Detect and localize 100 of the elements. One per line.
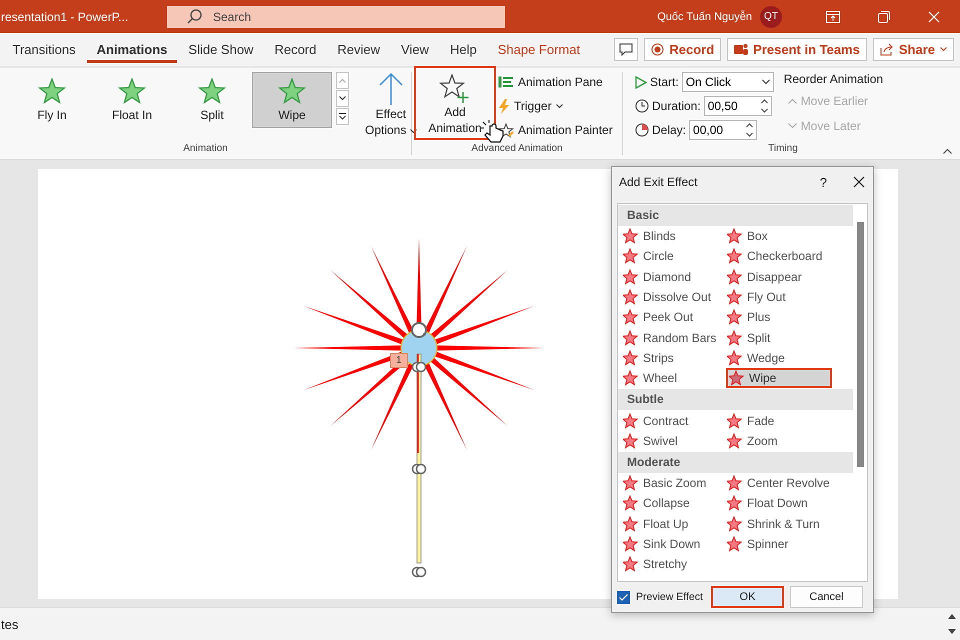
resize-handle[interactable] (412, 464, 426, 474)
dialog-title: Add Exit Effect (619, 175, 698, 189)
more-button[interactable] (336, 108, 349, 125)
restore-icon (878, 10, 890, 22)
star-icon (623, 475, 639, 492)
checkbox[interactable] (617, 590, 630, 604)
star-icon (198, 78, 226, 106)
search-icon (187, 8, 203, 24)
effect-item[interactable]: Basic Zoom (622, 472, 726, 494)
effect-item[interactable]: Wipe (726, 368, 832, 388)
effect-item[interactable]: Spinner (726, 534, 832, 554)
share-button[interactable]: Share (872, 38, 954, 61)
effect-item[interactable]: Fly Out (726, 286, 832, 308)
effect-item[interactable]: Dissolve Out (622, 286, 726, 308)
star-icon (729, 370, 745, 386)
animation-option[interactable]: Split (172, 72, 252, 128)
help-button[interactable]: ? (820, 174, 827, 190)
star-icon (727, 412, 743, 429)
notes-button[interactable]: tes (1, 616, 18, 632)
star-icon (623, 432, 639, 449)
ribbon-tab[interactable]: View (391, 36, 439, 63)
star-icon (727, 330, 743, 346)
start-dropdown[interactable]: On Click (682, 72, 774, 92)
scroll-down-button[interactable] (336, 90, 349, 107)
check-icon (619, 594, 628, 600)
scroll-thumb[interactable] (857, 222, 864, 467)
star-icon (727, 516, 743, 532)
effect-item[interactable]: Contract (622, 410, 726, 431)
caret-down-icon (339, 96, 346, 101)
effect-item[interactable]: Split (726, 327, 832, 348)
effect-item[interactable]: Wheel (622, 368, 726, 388)
effect-item[interactable]: Shrink & Turn (726, 514, 832, 534)
trigger-button[interactable]: Trigger (498, 96, 613, 116)
search-field[interactable]: Search (167, 6, 505, 28)
animation-pane-button[interactable]: Animation Pane (498, 72, 613, 92)
animation-option[interactable]: Fly In (12, 72, 92, 128)
effect-item[interactable]: Disappear (726, 266, 832, 287)
animation-number-tag: 1 (390, 353, 408, 368)
avatar[interactable]: QT (760, 6, 782, 28)
animation-option[interactable]: Float In (92, 72, 172, 128)
star-icon (727, 475, 743, 492)
comments-button[interactable] (614, 38, 638, 61)
pane-icon (498, 76, 514, 88)
effect-item[interactable]: Zoom (726, 430, 832, 451)
ribbon-tab[interactable]: Review (327, 36, 390, 63)
effect-item[interactable]: Float Up (622, 514, 726, 534)
document-title: resentation1 - PowerP... (1, 10, 130, 24)
effect-item[interactable]: Blinds (622, 226, 726, 246)
record-button[interactable]: Record (644, 38, 722, 61)
ribbon-tab[interactable]: Help (440, 36, 487, 63)
chevron-down-icon (788, 123, 797, 129)
comment-icon (619, 43, 634, 56)
star-icon (727, 248, 743, 264)
star-icon (278, 78, 306, 106)
star-icon (118, 78, 146, 106)
share-icon (880, 43, 894, 56)
effect-item[interactable]: Random Bars (622, 327, 726, 348)
section-header: Moderate (618, 452, 853, 473)
ribbon-tab[interactable]: Transitions (2, 36, 86, 63)
present-in-teams-button[interactable]: Present in Teams (727, 38, 867, 61)
resize-handle[interactable] (412, 362, 426, 372)
effect-item[interactable]: Collapse (622, 493, 726, 514)
animation-option[interactable]: Wipe (252, 72, 332, 128)
effect-item[interactable]: Plus (726, 307, 832, 328)
star-icon (623, 309, 639, 326)
effect-item[interactable]: Diamond (622, 266, 726, 287)
effect-item[interactable]: Peek Out (622, 307, 726, 328)
effect-item[interactable]: Stretchy (622, 554, 726, 574)
field-label: Start: (650, 75, 679, 89)
resize-handle[interactable] (412, 566, 426, 578)
effect-item[interactable]: Checkerboard (726, 246, 832, 267)
effect-item[interactable]: Circle (622, 246, 726, 267)
effect-item[interactable]: Float Down (726, 493, 832, 514)
effect-item[interactable]: Box (726, 226, 832, 246)
effect-item[interactable]: Wedge (726, 348, 832, 368)
ribbon-tab[interactable]: Shape Format (488, 36, 590, 63)
effect-item[interactable]: Swivel (622, 430, 726, 451)
close-button[interactable] (853, 176, 865, 188)
teams-icon (734, 43, 748, 56)
add-animation-button[interactable]: Add Animation (414, 66, 496, 140)
delay-field[interactable]: 00,00 (689, 120, 758, 140)
caret-up-icon (339, 78, 346, 83)
rotate-handle[interactable] (411, 322, 427, 338)
ribbon-display-icon (826, 10, 840, 22)
ribbon-tab[interactable]: Slide Show (178, 36, 264, 63)
ribbon-tab[interactable]: Animations (86, 36, 178, 63)
ok-button[interactable]: OK (711, 586, 784, 608)
animation-painter-button[interactable]: Animation Painter (498, 120, 613, 140)
effect-item[interactable]: Strips (622, 348, 726, 368)
duration-field[interactable]: 00,50 (704, 96, 772, 116)
chevron-up-icon (943, 148, 952, 154)
group-label: Timing (767, 143, 799, 155)
effect-item[interactable]: Fade (726, 410, 832, 431)
star-icon (623, 350, 639, 366)
ribbon-tab[interactable]: Record (264, 36, 326, 63)
field-label: Delay: (652, 123, 686, 137)
star-icon (623, 556, 639, 572)
cancel-button[interactable]: Cancel (790, 586, 863, 608)
effect-item[interactable]: Sink Down (622, 534, 726, 554)
effect-item[interactable]: Center Revolve (726, 472, 832, 494)
